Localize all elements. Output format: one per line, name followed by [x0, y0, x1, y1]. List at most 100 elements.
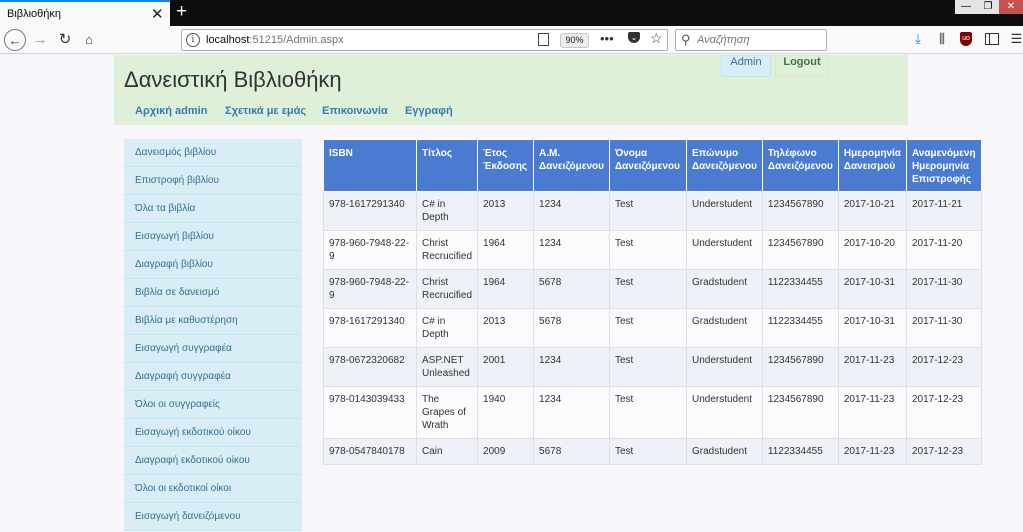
- url-text[interactable]: localhost:51215/Admin.aspx: [206, 34, 344, 46]
- page-actions-icon[interactable]: •••: [600, 31, 614, 46]
- cell-text: Recrucified: [422, 290, 473, 301]
- cell-text: 978-1617291340: [329, 316, 405, 327]
- nav-contact[interactable]: Επικοινωνία: [322, 105, 388, 117]
- table-cell: 2009: [477, 438, 535, 465]
- table-row[interactable]: 978-960-7948-22-9 Christ Recrucified 1964 12…: [323, 230, 982, 270]
- table-cell: 2017-10-20: [837, 230, 907, 270]
- site-title: Δανειστική Βιβλιοθήκη: [124, 67, 342, 92]
- reload-icon[interactable]: ↻: [56, 29, 74, 51]
- table-row[interactable]: 978-0547840178 Cain 2009 5678 Test Gradstuden…: [323, 438, 982, 465]
- download-icon[interactable]: ⤓: [910, 31, 926, 47]
- sidebar-item[interactable]: Διαγραφή συγγραφέα: [124, 363, 302, 391]
- table-cell: 1964: [477, 269, 535, 309]
- nav-register[interactable]: Εγγραφή: [405, 105, 453, 117]
- table-cell: ASP.NET Unleashed: [415, 347, 479, 387]
- search-bar[interactable]: ⚲: [675, 29, 827, 51]
- cell-text: Gradstudent: [691, 277, 748, 288]
- tab-close-icon[interactable]: ✕: [151, 5, 164, 23]
- sidebar-item[interactable]: Βιβλία με καθυστέρηση: [124, 307, 302, 335]
- table-cell: 1234: [533, 347, 610, 387]
- cell-text: 1234: [539, 394, 562, 405]
- forward-arrow-icon[interactable]: →: [31, 29, 49, 51]
- ublock-shield-icon[interactable]: uo: [960, 32, 972, 46]
- window-minimize-button[interactable]: —: [955, 0, 977, 14]
- reader-view-icon[interactable]: [538, 33, 549, 46]
- logout-button[interactable]: Logout: [775, 55, 829, 77]
- sidebar-item[interactable]: Όλοι οι συγγραφείς: [124, 391, 302, 419]
- cell-text: 2017-12-23: [911, 355, 964, 366]
- cell-text: 2017-10-20: [843, 238, 895, 249]
- cell-text: 978-0143039433: [329, 394, 405, 405]
- cell-text: Test: [614, 277, 634, 288]
- nav-admin-home[interactable]: Αρχική admin: [135, 105, 207, 117]
- url-bar[interactable]: i localhost:51215/Admin.aspx 90% ••• ⌄ ☆: [181, 29, 668, 51]
- cell-text: 1122334455: [767, 316, 823, 327]
- cell-text: 1234567890: [767, 238, 824, 249]
- table-cell: 2017-11-23: [837, 386, 907, 439]
- search-input[interactable]: [697, 32, 822, 48]
- sidebar-item[interactable]: Επιστροφή βιβλίου: [124, 167, 302, 195]
- table-cell: 978-0672320682: [323, 347, 417, 387]
- table-cell: 2017-10-31: [837, 308, 907, 348]
- sidebar-item[interactable]: Εισαγωγή δανειζόμενου: [124, 503, 302, 531]
- window-maximize-button[interactable]: ❐: [977, 0, 999, 14]
- table-row[interactable]: 978-1617291340 C# in Depth 2013 5678 Test Grad…: [323, 308, 982, 348]
- sidebar-item[interactable]: Βιβλία σε δανεισμό: [124, 279, 302, 307]
- table-row[interactable]: 978-0143039433 The Grapes of Wrath 1940 1234 T…: [323, 386, 982, 439]
- header-text: Τίτλος: [422, 148, 453, 159]
- sidebar-item[interactable]: Εισαγωγή συγγραφέα: [124, 335, 302, 363]
- sidebar-item[interactable]: Διαγραφή βιβλίου: [124, 251, 302, 279]
- table-row[interactable]: 978-960-7948-22-9 Christ Recrucified 1964 56…: [323, 269, 982, 309]
- pocket-icon[interactable]: ⌄: [628, 32, 640, 43]
- cell-text: 2017-11-23: [843, 446, 895, 457]
- zoom-level-badge[interactable]: 90%: [560, 33, 589, 48]
- table-cell: 1234: [533, 191, 610, 231]
- hamburger-menu-icon[interactable]: ☰: [1010, 31, 1023, 47]
- table-cell: Test: [608, 191, 687, 231]
- nav-about[interactable]: Σχετικά με εμάς: [225, 105, 306, 117]
- header-text: Δανειζόμενου: [539, 161, 604, 172]
- bookmark-star-icon[interactable]: ☆: [650, 30, 663, 47]
- cell-text: 5678: [539, 446, 562, 457]
- table-cell: 2013: [477, 308, 535, 348]
- table-header-cell: Έτος Έκδοσης: [477, 139, 535, 192]
- cell-text: Wrath: [422, 420, 449, 431]
- cell-text: 2009: [483, 446, 506, 457]
- table-header-cell: ISBN: [323, 139, 417, 192]
- table-cell: 1964: [477, 230, 535, 270]
- cell-text: 2017-11-21: [911, 199, 963, 210]
- admin-button[interactable]: Admin: [721, 55, 771, 77]
- cell-text: The: [422, 394, 440, 405]
- table-cell: Understudent: [685, 191, 763, 231]
- tab-active[interactable]: Βιβλιοθήκη ✕: [0, 0, 170, 26]
- table-cell: 2017-11-20: [905, 230, 982, 270]
- home-icon[interactable]: ⌂: [80, 29, 98, 51]
- sidebar-item[interactable]: Όλοι οι εκδοτικοί οίκοι: [124, 475, 302, 503]
- info-icon[interactable]: i: [186, 33, 200, 47]
- cell-text: 2017-10-31: [843, 277, 895, 288]
- sidebar-item[interactable]: Δανεισμός βιβλίου: [124, 139, 302, 167]
- table-cell: Gradstudent: [685, 269, 763, 309]
- cell-text: 2017-10-31: [843, 316, 895, 327]
- window-close-button[interactable]: ✕: [999, 0, 1023, 14]
- table-cell: C# in Depth: [415, 191, 479, 231]
- cell-text: Test: [614, 238, 634, 249]
- tab-title: Βιβλιοθήκη: [7, 8, 62, 20]
- table-row[interactable]: 978-1617291340 C# in Depth 2013 1234 Test Unde…: [323, 191, 982, 231]
- cell-text: Understudent: [691, 199, 753, 210]
- new-tab-button[interactable]: +: [176, 1, 187, 23]
- sidebar-item[interactable]: Όλα τα βιβλία: [124, 195, 302, 223]
- sidebar-item[interactable]: Εισαγωγή βιβλίου: [124, 223, 302, 251]
- sidebar-toggle-icon[interactable]: [985, 33, 999, 45]
- table-cell: 978-1617291340: [323, 308, 417, 348]
- table-row[interactable]: 978-0672320682 ASP.NET Unleashed 2001 1234 Te…: [323, 347, 982, 387]
- sidebar-item[interactable]: Διαγραφή εκδοτικού οίκου: [124, 447, 302, 475]
- cell-text: Depth: [422, 329, 449, 340]
- search-icon: ⚲: [681, 32, 691, 47]
- library-icon[interactable]: ⫼: [934, 31, 950, 47]
- back-arrow-icon[interactable]: ←: [4, 29, 26, 51]
- admin-sidebar: Δανεισμός βιβλίου Επιστροφή βιβλίου Όλα τα…: [124, 139, 302, 531]
- sidebar-item[interactable]: Εισαγωγή εκδοτικού οίκου: [124, 419, 302, 447]
- cell-text: 2017-11-30: [911, 277, 963, 288]
- table-cell: Test: [608, 347, 687, 387]
